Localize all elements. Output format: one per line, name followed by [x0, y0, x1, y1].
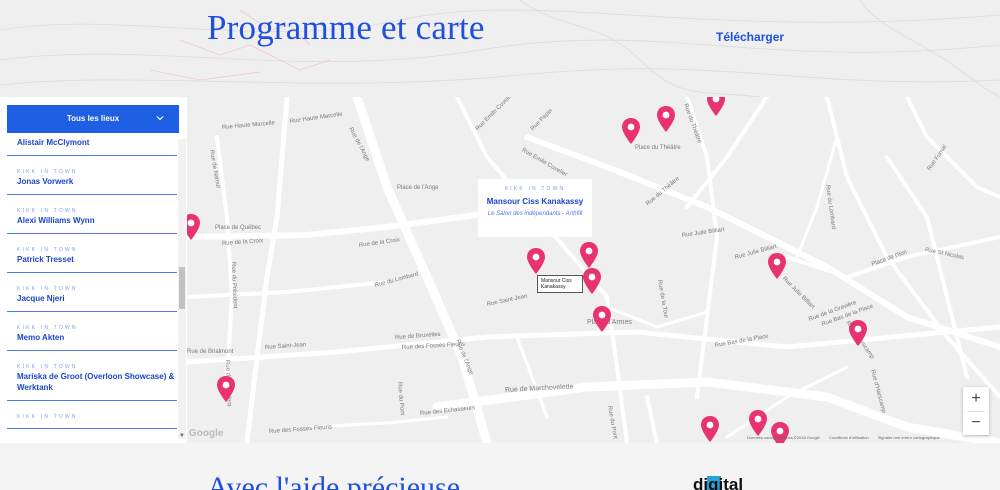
download-link[interactable]: Télécharger — [716, 30, 784, 44]
list-item[interactable]: KIKK IN TOWN Alexi Williams Wynn — [7, 195, 177, 234]
venue-name: Alexi Williams Wynn — [17, 216, 95, 225]
zoom-out-button[interactable]: − — [963, 411, 989, 435]
page: Programme et carte Télécharger Tous les … — [0, 0, 1000, 490]
venue-name: Jonas Vorwerk — [17, 177, 74, 186]
list-item[interactable]: Alistair McClymont — [7, 133, 177, 156]
map-pin-icon[interactable] — [579, 241, 599, 269]
map-pin-icon[interactable] — [706, 97, 726, 117]
map-pin-icon[interactable] — [848, 319, 868, 347]
venue-tag: KIKK IN TOWN — [17, 364, 78, 370]
venue-list: Alistair McClymont KIKK IN TOWN Jonas Vo… — [7, 133, 177, 443]
map-pin-icon[interactable] — [187, 213, 201, 241]
venue-tag: KIKK IN TOWN — [17, 414, 78, 420]
map-pin-icon[interactable] — [526, 247, 546, 275]
partners-section: Avec l'aide précieuse digital — [0, 443, 1000, 490]
list-item[interactable]: KIKK IN TOWN Memo Akten — [7, 312, 177, 351]
list-item[interactable]: KIKK IN TOWN Jonas Vorwerk — [7, 156, 177, 195]
info-card-venue: Le Salon des indépendants - Arthfill — [487, 211, 583, 217]
map-pin-icon[interactable] — [700, 415, 720, 443]
venue-tag: KIKK IN TOWN — [17, 208, 78, 214]
map-pin-icon[interactable] — [656, 105, 676, 133]
venue-name: Patrick Tresset — [17, 255, 74, 264]
google-logo: Google — [189, 428, 224, 439]
info-card-tag: KIKK IN TOWN — [504, 186, 566, 192]
chevron-down-icon — [156, 116, 164, 121]
venue-filter-label: Tous les lieux — [66, 114, 120, 123]
map-pin-tooltip: Mansour Ciss Kanakassy — [537, 275, 583, 293]
map-pin-icon[interactable] — [582, 267, 602, 295]
list-item[interactable]: KIKK IN TOWN Jacque Njeri — [7, 273, 177, 312]
report-error-link[interactable]: Signaler une erreur cartographique — [878, 435, 940, 440]
map-pin-icon[interactable] — [748, 409, 768, 437]
map-zoom-control: + − — [963, 387, 989, 435]
page-title: Programme et carte — [207, 8, 485, 47]
map-data-credit: Données cartographiques ©2018 Google — [747, 435, 820, 440]
street-label: Place de l'Ange — [397, 185, 439, 191]
map-info-card[interactable]: KIKK IN TOWN Mansour Ciss Kanakassy Le S… — [478, 179, 592, 237]
venue-tag: KIKK IN TOWN — [17, 286, 78, 292]
venue-list-scrollbar[interactable]: ▼ — [178, 139, 186, 439]
venue-tag: KIKK IN TOWN — [17, 247, 78, 253]
venue-name: Alistair McClymont — [17, 138, 90, 147]
terms-link[interactable]: Conditions d'utilisation — [829, 435, 869, 440]
street-label: Rue de Brialmont — [187, 349, 234, 355]
map-pin-icon[interactable] — [592, 305, 612, 333]
map-view[interactable]: Rue Haute Marcelle Rue Haute Marcelle Ru… — [187, 97, 1000, 443]
street-label: Place du Théâtre — [635, 145, 681, 151]
partners-title: Avec l'aide précieuse — [207, 471, 461, 490]
partner-logo[interactable]: digital — [693, 475, 743, 490]
venue-sidebar: Tous les lieux Alistair McClymont KIKK I… — [0, 97, 187, 443]
venue-tag: KIKK IN TOWN — [17, 325, 78, 331]
venue-name: Memo Akten — [17, 333, 65, 342]
page-header: Programme et carte Télécharger — [0, 0, 1000, 97]
list-item[interactable]: KIKK IN TOWN Patrick Tresset — [7, 234, 177, 273]
venue-filter-dropdown[interactable]: Tous les lieux — [7, 105, 179, 133]
street-label: Place de Québec — [215, 225, 262, 231]
list-item[interactable]: KIKK IN TOWN Mariska de Groot (Overloon … — [7, 351, 177, 401]
venue-name: Mariska de Groot (Overloon Showcase) & W… — [17, 372, 175, 392]
map-attribution: Données cartographiques ©2018 Google Con… — [747, 435, 948, 440]
scroll-down-arrow-icon[interactable]: ▼ — [178, 433, 186, 439]
list-item[interactable]: KIKK IN TOWN — [7, 401, 177, 429]
scroll-thumb[interactable] — [179, 267, 185, 309]
map-pin-icon[interactable] — [621, 117, 641, 145]
topographic-background — [0, 0, 1000, 97]
map-pin-icon[interactable] — [216, 375, 236, 403]
info-card-title: Mansour Ciss Kanakassy — [486, 197, 584, 206]
venue-name: Jacque Njeri — [17, 294, 65, 303]
zoom-in-button[interactable]: + — [963, 387, 989, 411]
venue-tag: KIKK IN TOWN — [17, 169, 78, 175]
map-pin-icon[interactable] — [767, 252, 787, 280]
